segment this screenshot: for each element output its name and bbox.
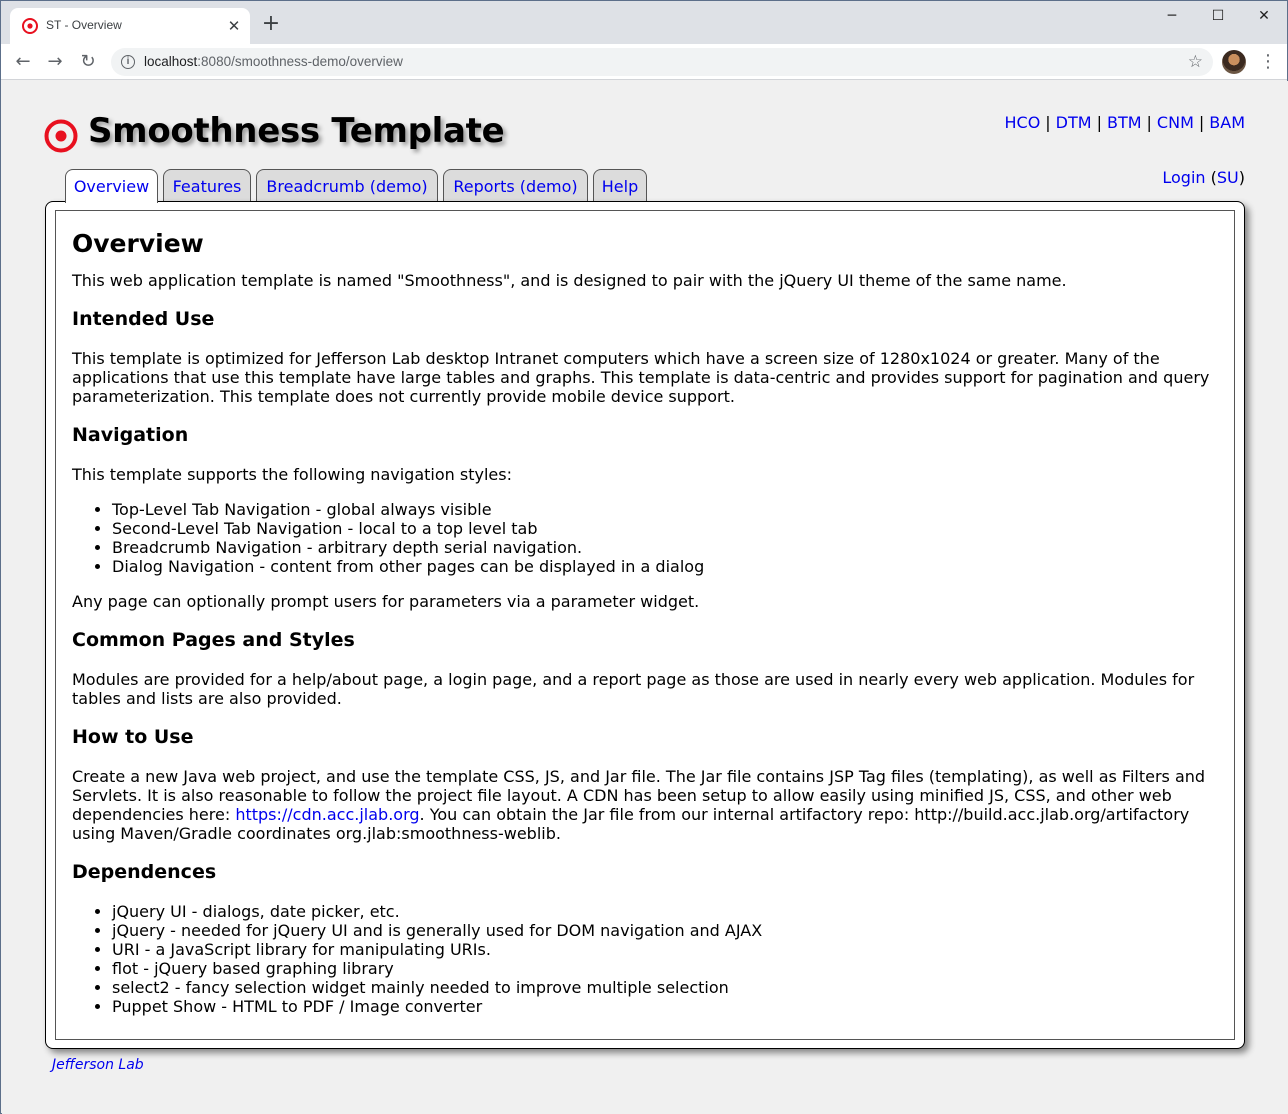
back-arrow-icon[interactable]: ← [12, 51, 34, 73]
app-title: Smoothness Template [88, 111, 505, 151]
list-item: Second-Level Tab Navigation - local to a… [112, 519, 1218, 538]
logo-target-icon [44, 119, 78, 153]
tab-overview[interactable]: Overview [65, 169, 158, 203]
section-heading-how-to-use: How to Use [72, 726, 194, 748]
list-item: Top-Level Tab Navigation - global always… [112, 500, 1218, 519]
new-tab-icon[interactable]: + [260, 13, 282, 35]
content-panel: Overview This web application template i… [55, 210, 1235, 1040]
profile-avatar[interactable] [1222, 50, 1246, 74]
browser-tab[interactable]: ST - Overview ✕ [10, 8, 250, 44]
tab-help[interactable]: Help [593, 169, 647, 202]
intended-use-text: This template is optimized for Jefferson… [72, 349, 1210, 406]
quick-links: HCO | DTM | BTM | CNM | BAM [1004, 113, 1245, 132]
link-hco[interactable]: HCO [1004, 113, 1040, 132]
link-bam[interactable]: BAM [1209, 113, 1245, 132]
list-item: URI - a JavaScript library for manipulat… [112, 940, 1218, 959]
favicon-target-icon [22, 18, 38, 34]
list-item: jQuery - needed for jQuery UI and is gen… [112, 921, 1218, 940]
common-pages-text: Modules are provided for a help/about pa… [72, 670, 1195, 708]
list-item: select2 - fancy selection widget mainly … [112, 978, 1218, 997]
separator: | [1045, 113, 1051, 132]
intro-text: This web application template is named "… [72, 271, 1067, 290]
list-item: flot - jQuery based graphing library [112, 959, 1218, 978]
bookmark-star-icon[interactable]: ☆ [1188, 52, 1203, 72]
section-heading-navigation: Navigation [72, 424, 189, 446]
reload-icon[interactable]: ↻ [77, 51, 99, 73]
navigation-text: This template supports the following nav… [72, 465, 512, 484]
navigation-after-text: Any page can optionally prompt users for… [72, 592, 700, 611]
navigation-list: Top-Level Tab Navigation - global always… [72, 500, 1218, 576]
url-text[interactable]: localhost:8080/smoothness-demo/overview [144, 54, 403, 69]
page-title: Overview [72, 229, 204, 258]
list-item: Puppet Show - HTML to PDF / Image conver… [112, 997, 1218, 1016]
list-item: Dialog Navigation - content from other p… [112, 557, 1218, 576]
cdn-link[interactable]: https://cdn.acc.jlab.org [235, 805, 419, 824]
close-window-icon[interactable]: ✕ [1241, 1, 1287, 31]
section-heading-common-pages: Common Pages and Styles [72, 629, 355, 651]
address-bar[interactable]: i localhost:8080/smoothness-demo/overvie… [111, 48, 1213, 76]
browser-toolbar: ← → ↻ i localhost:8080/smoothness-demo/o… [1, 44, 1287, 80]
tab-reports-demo[interactable]: Reports (demo) [443, 169, 588, 202]
section-heading-dependences: Dependences [72, 861, 217, 883]
dependences-list: jQuery UI - dialogs, date picker, etc. j… [72, 902, 1218, 1016]
maximize-icon[interactable]: ☐ [1195, 1, 1241, 31]
tab-title: ST - Overview [46, 18, 122, 32]
user-links: Login (SU) [1162, 168, 1245, 187]
url-host: localhost [144, 54, 198, 69]
link-btm[interactable]: BTM [1107, 113, 1142, 132]
url-path: :8080/smoothness-demo/overview [197, 54, 403, 69]
page-viewport: Smoothness Template HCO | DTM | BTM | CNM | BAM … [2, 81, 1288, 1114]
su-link[interactable]: SU [1217, 168, 1239, 187]
browser-window: ST - Overview ✕ + ─ ☐ ✕ ← → ↻ i localhos… [0, 0, 1288, 1114]
link-dtm[interactable]: DTM [1056, 113, 1092, 132]
content-frame: Overview This web application template i… [45, 201, 1245, 1049]
separator: | [1146, 113, 1152, 132]
tab-close-icon[interactable]: ✕ [226, 18, 242, 34]
separator: | [1198, 113, 1205, 132]
forward-arrow-icon[interactable]: → [44, 51, 66, 73]
section-heading-intended-use: Intended Use [72, 308, 215, 330]
list-item: jQuery UI - dialogs, date picker, etc. [112, 902, 1218, 921]
how-to-use-text: Create a new Java web project, and use t… [72, 767, 1218, 843]
site-info-icon[interactable]: i [121, 55, 135, 69]
tab-features[interactable]: Features [163, 169, 251, 202]
minimize-icon[interactable]: ─ [1149, 1, 1195, 31]
tab-breadcrumb-demo[interactable]: Breadcrumb (demo) [256, 169, 438, 202]
footer-link-jefferson-lab[interactable]: Jefferson Lab [52, 1057, 144, 1073]
browser-menu-icon[interactable]: ⋮ [1259, 51, 1277, 73]
tab-strip: ST - Overview ✕ + ─ ☐ ✕ [1, 1, 1287, 44]
login-link[interactable]: Login [1162, 168, 1205, 187]
link-cnm[interactable]: CNM [1157, 113, 1194, 132]
separator: | [1096, 113, 1102, 132]
footer: Jefferson Lab [52, 1057, 144, 1073]
list-item: Breadcrumb Navigation - arbitrary depth … [112, 538, 1218, 557]
